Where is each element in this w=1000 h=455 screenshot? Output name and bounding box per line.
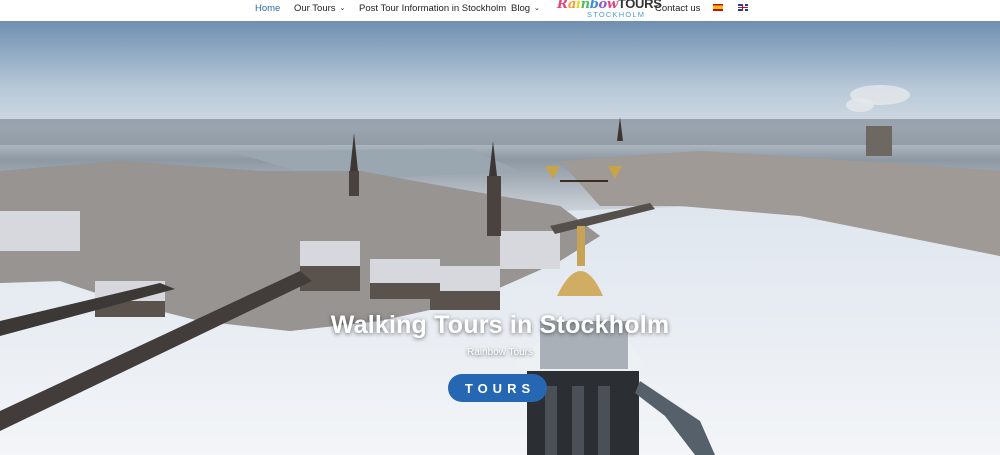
nav-item-blog-label: Blog	[511, 3, 531, 14]
tours-button[interactable]: TOURS	[448, 374, 547, 402]
hero-banner: Walking Tours in Stockholm Rainbow Tours…	[0, 21, 1000, 455]
chevron-down-icon: ⌄	[339, 5, 346, 12]
logo-letter: R	[557, 0, 568, 12]
hero-title: Walking Tours in Stockholm	[330, 311, 670, 339]
nav-item-contact-us[interactable]: Contact us	[655, 3, 700, 14]
nav-item-post-tour-information[interactable]: Post Tour Information in Stockholm	[359, 3, 506, 14]
site-logo[interactable]: RainbowTOURS STOCKHOLM	[557, 0, 662, 21]
logo-letter: a	[567, 0, 576, 12]
hero-subtitle: Rainbow Tours	[467, 347, 533, 358]
nav-item-blog[interactable]: Blog ⌄	[511, 3, 540, 14]
spain-flag-icon[interactable]	[713, 4, 723, 11]
nav-item-our-tours-label: Our Tours	[294, 3, 336, 14]
uk-flag-icon[interactable]	[738, 4, 748, 11]
chevron-down-icon: ⌄	[534, 5, 540, 12]
top-navigation: Home Our Tours ⌄ Post Tour Information in…	[0, 0, 1000, 21]
nav-item-home[interactable]: Home	[255, 3, 280, 14]
logo-city-text: STOCKHOLM	[587, 10, 646, 19]
nav-item-our-tours[interactable]: Our Tours ⌄	[294, 3, 345, 14]
